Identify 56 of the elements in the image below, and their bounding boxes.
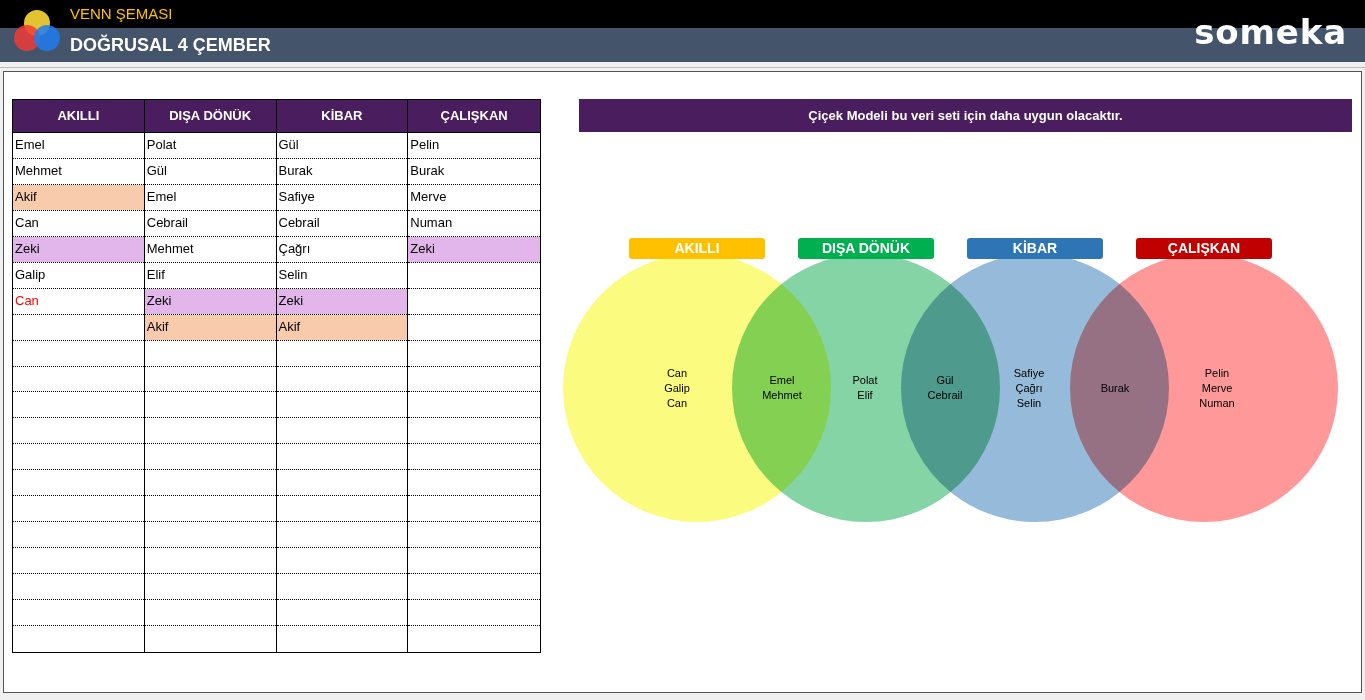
column-header: ÇALIŞKAN [408,100,540,133]
table-cell-text: Safiye [277,188,316,207]
table-cell-text: Mehmet [145,240,195,259]
region-name: Selin [1015,395,1043,411]
note-banner: Çiçek Modeli bu veri seti için daha uygun olacaktır. [579,99,1352,132]
region-name: Cebrail [926,388,964,403]
table-cell: Zeki [408,236,540,262]
region-name: Gül [935,373,955,388]
table-cell-text: Cebrail [277,214,321,233]
region-name: Numan [1198,395,1236,411]
set-label: KİBAR [967,238,1103,259]
column-header: DIŞA DÖNÜK [144,100,276,133]
table-cell: Zeki [276,288,408,314]
table-cell: Akif [13,184,144,210]
region-name: Galip [663,380,691,396]
table-cell-text: Polat [145,136,178,155]
table-cell-text: Burak [409,162,446,181]
table-cell-text: Can [14,214,40,233]
table-cell-text: Pelin [409,136,441,155]
table-cell-text: Çağrı [277,240,312,259]
table-cell: Zeki [144,288,276,314]
table-cell-text: Burak [277,162,314,181]
table-cell-text: Mehmet [14,162,63,181]
region-name: Elif [856,388,874,403]
table-cell-text: Cebrail [145,214,189,233]
region-name: Safiye [1012,365,1046,381]
region-name: Merve [1200,380,1234,396]
table-cell-text: Galip [14,266,47,285]
region-name: Pelin [1203,365,1231,381]
set-label: DIŞA DÖNÜK [798,238,934,259]
table-cell: Akif [144,314,276,340]
table-cell-text: Merve [409,188,448,207]
region-name: Mehmet [761,388,803,403]
region-name: Can [665,365,689,381]
table-cell: Zeki [13,236,144,262]
table-cell: Akif [276,314,408,340]
column-header: AKILLI [13,100,144,133]
table-cell-text: Gül [277,136,300,155]
table-cell-text: Numan [409,214,454,233]
region-name: Çağrı [1014,380,1044,396]
table-cell-text: Elif [145,266,166,285]
table-cell-text: Gül [145,162,168,181]
page-title: DOĞRUSAL 4 ÇEMBER [70,33,271,57]
region-name: Emel [768,373,796,388]
region-name: Polat [851,373,879,388]
table-cell-text: Emel [14,136,46,155]
region-name: Can [665,395,689,411]
set-label: ÇALIŞKAN [1136,238,1272,259]
set-label: AKILLI [629,238,765,259]
venn-logo-icon [13,8,61,54]
table-cell-text: Can [14,292,40,311]
table-cell-text: Selin [277,266,309,285]
app-title: VENN ŞEMASI [70,3,173,24]
column-header: KİBAR [276,100,408,133]
region-name: Burak [1099,380,1131,396]
table-cell-text: Emel [145,188,178,207]
